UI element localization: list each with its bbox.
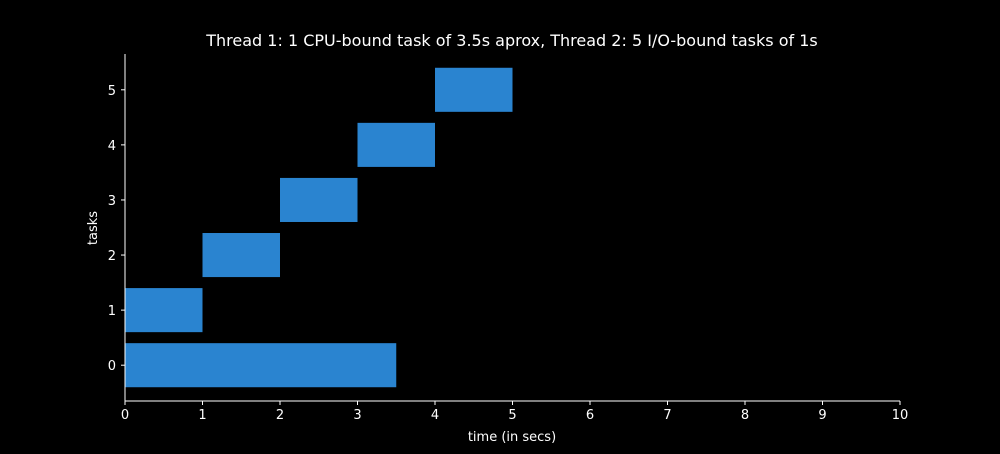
chart-title: Thread 1: 1 CPU-bound task of 3.5s aprox… (205, 31, 817, 50)
y-tick-label: 3 (108, 194, 116, 209)
bar-task-3-io (280, 177, 358, 222)
bar-task-0-cpu (125, 343, 397, 388)
chart-container: Thread 1: 1 CPU-bound task of 3.5s aprox… (0, 0, 1000, 450)
x-tick-label: 4 (431, 408, 439, 423)
x-tick-label: 7 (663, 408, 671, 423)
bars-layer (125, 67, 513, 388)
y-tick-label: 4 (108, 139, 116, 154)
x-tick-label: 2 (276, 408, 284, 423)
y-tick-label: 1 (108, 304, 116, 319)
x-tick-label: 6 (586, 408, 594, 423)
y-tick-label: 2 (108, 249, 116, 264)
bar-task-2-io (202, 233, 280, 278)
x-tick-label: 1 (198, 408, 206, 423)
bar-task-4-io (357, 122, 435, 167)
gantt-chart: Thread 1: 1 CPU-bound task of 3.5s aprox… (86, 31, 908, 445)
x-tick-label: 9 (818, 408, 826, 423)
x-tick-label: 8 (741, 408, 749, 423)
y-ticks: 0 1 2 3 4 5 (108, 84, 125, 374)
x-tick-label: 0 (121, 408, 129, 423)
x-ticks: 0 1 2 3 4 5 6 7 8 9 10 (121, 401, 908, 423)
y-tick-label: 0 (108, 359, 116, 374)
bar-task-5-io (435, 67, 513, 112)
x-axis-label: time (in secs) (468, 430, 556, 445)
x-tick-label: 3 (353, 408, 361, 423)
y-tick-label: 5 (108, 84, 116, 99)
bar-task-1-io (125, 288, 203, 333)
x-tick-label: 10 (892, 408, 909, 423)
y-axis-label: tasks (86, 211, 101, 245)
x-tick-label: 5 (508, 408, 516, 423)
